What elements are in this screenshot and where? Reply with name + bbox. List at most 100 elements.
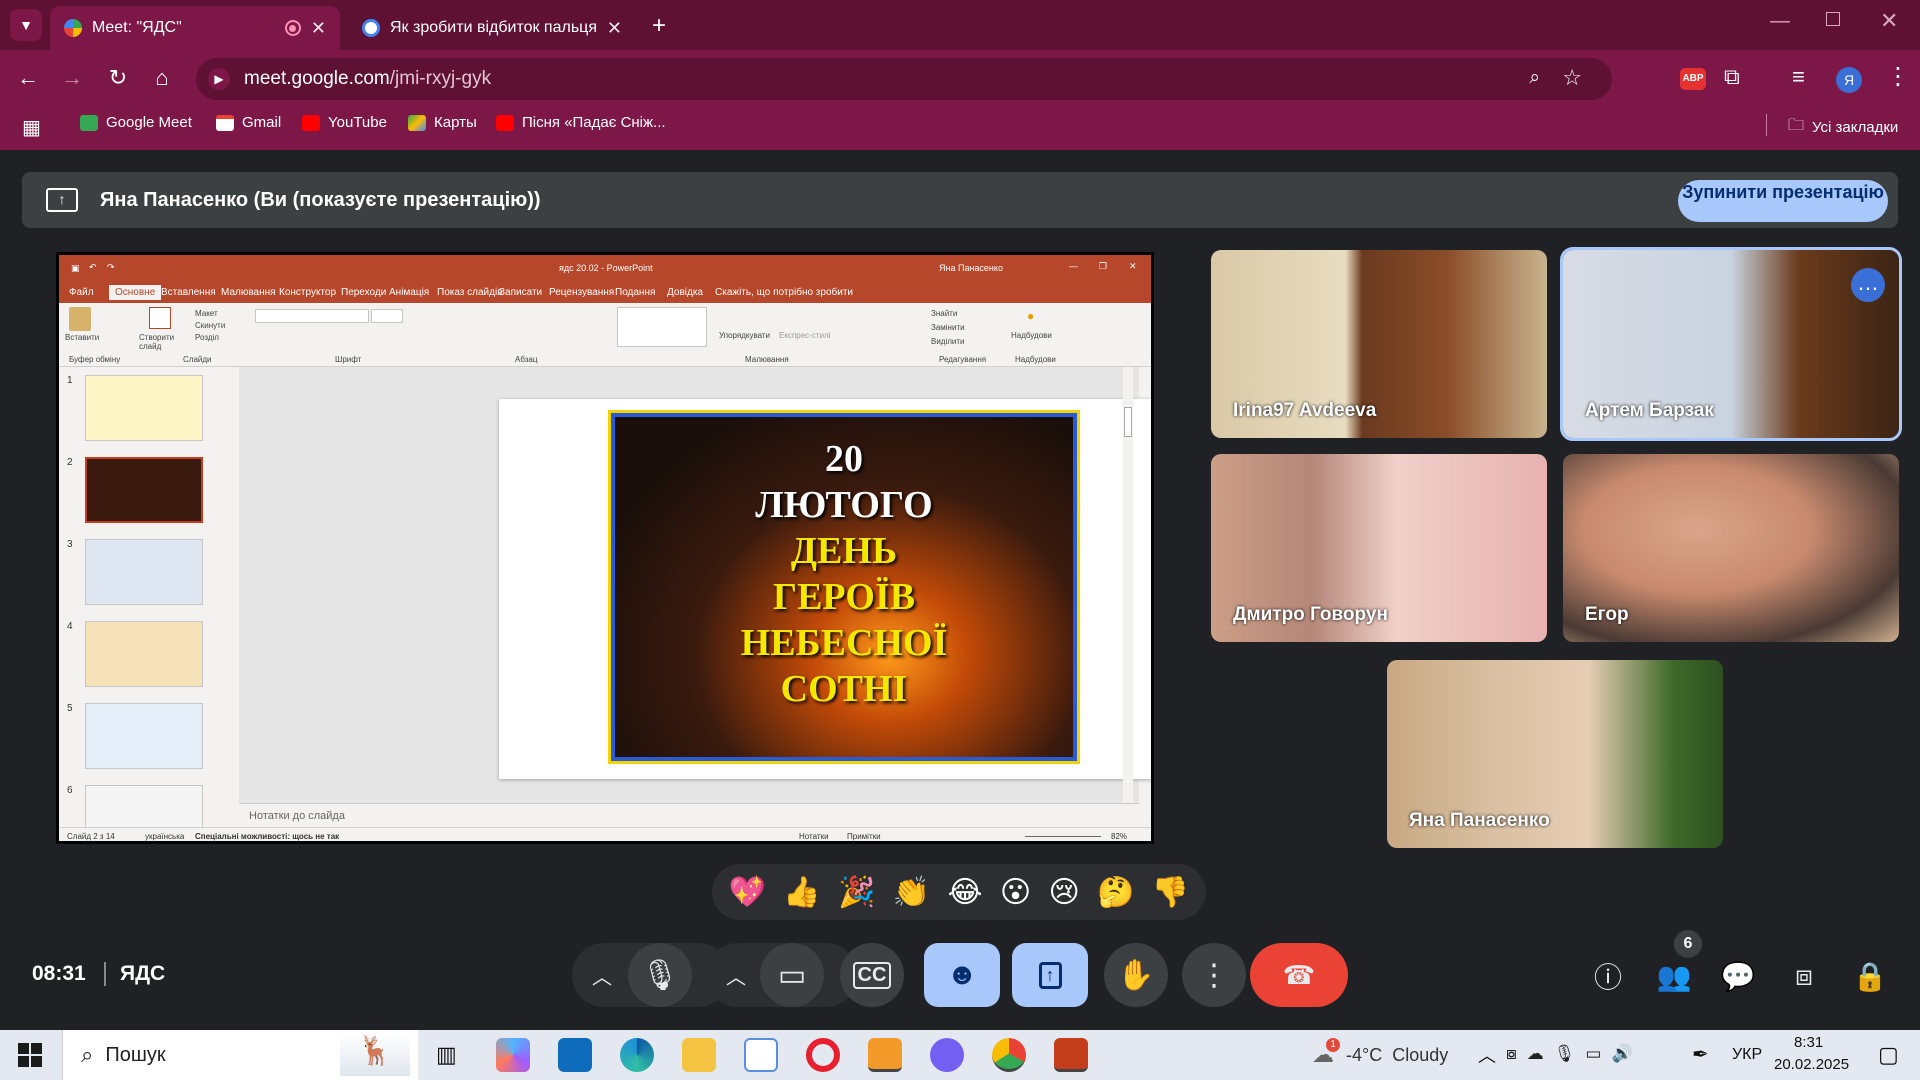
pen-icon[interactable]: ✒	[1692, 1042, 1709, 1067]
restore-button[interactable]	[1826, 12, 1840, 26]
raise-hand-button[interactable]: ✋	[1104, 943, 1168, 1007]
ribbon-button-label[interactable]: Вставити	[65, 333, 99, 342]
participant-tile[interactable]: Дмитро Говорун	[1211, 454, 1547, 642]
addins-icon[interactable]: ●	[1027, 309, 1034, 323]
reaction-thumbs-down[interactable]: 👎	[1152, 875, 1189, 910]
save-icon[interactable]: ▣	[71, 263, 80, 274]
tab-search-button[interactable]: ▼	[10, 9, 42, 41]
ppt-tab[interactable]: Переходи	[341, 287, 386, 298]
apps-grid-icon[interactable]: ▦	[22, 115, 41, 140]
ribbon-button-label[interactable]: Експрес-стилі	[779, 331, 830, 340]
reaction-thinking[interactable]: 🤔	[1097, 875, 1134, 910]
bookmark-gmail[interactable]: Gmail	[216, 114, 281, 131]
ribbon-button-label[interactable]: Знайти	[931, 309, 957, 318]
ppt-tab[interactable]: Показ слайдів	[437, 287, 503, 298]
ppt-tab[interactable]: Вставлення	[161, 287, 216, 298]
current-slide[interactable]: 20 ЛЮТОГО ДЕНЬ ГЕРОЇВ НЕБЕСНОЇ СОТНІ	[499, 399, 1151, 779]
opera-icon[interactable]	[806, 1038, 840, 1072]
minimize-button[interactable]: —	[1770, 10, 1790, 33]
address-bar[interactable]: ▶ meet.google.com/jmi-rxyj-gyk ⌕ ☆	[196, 58, 1612, 100]
tray-date[interactable]: 20.02.2025	[1774, 1056, 1849, 1073]
ppt-tab[interactable]: Файл	[69, 287, 94, 298]
ppt-minimize-icon[interactable]: —	[1069, 261, 1078, 271]
forward-button[interactable]: →	[58, 64, 86, 92]
ribbon-button-label[interactable]: Надбудови	[1011, 331, 1052, 340]
ppt-tab[interactable]: Скажіть, що потрібно зробити	[715, 287, 853, 298]
adblock-extension-icon[interactable]: ABP	[1680, 68, 1706, 90]
more-menu-icon[interactable]: ⋮	[1886, 62, 1910, 91]
outlook-icon[interactable]	[558, 1038, 592, 1072]
slide-thumbnail[interactable]	[85, 457, 203, 523]
tray-chevron-icon[interactable]: ︿	[1478, 1042, 1496, 1068]
bookmark-song[interactable]: Пісня «Падає Сніж...	[496, 114, 666, 131]
language-indicator[interactable]: УКР	[1732, 1046, 1762, 1064]
slides-app-icon[interactable]	[868, 1038, 902, 1072]
profile-avatar[interactable]: Я	[1836, 67, 1862, 93]
back-button[interactable]: ←	[14, 64, 42, 92]
participant-tile[interactable]: Егор	[1563, 454, 1899, 642]
ppt-tab[interactable]: Анімація	[389, 287, 429, 298]
zoom-icon[interactable]: ⌕	[1529, 67, 1540, 89]
weather-text[interactable]: -4°C Cloudy	[1346, 1045, 1448, 1066]
slide-thumbnail[interactable]	[85, 703, 203, 769]
participant-tile[interactable]: Яна Панасенко	[1387, 660, 1723, 848]
ribbon-button-label[interactable]: Упорядкувати	[719, 331, 770, 340]
ppt-tab[interactable]: Довідка	[667, 287, 703, 298]
viber-icon[interactable]	[930, 1038, 964, 1072]
present-button[interactable]: ↑	[1012, 943, 1088, 1007]
ppt-tab[interactable]: Подання	[615, 287, 655, 298]
activities-icon[interactable]: ⧈	[1786, 958, 1822, 994]
participant-tile[interactable]: … Артем Барзак	[1560, 247, 1902, 441]
reaction-laugh[interactable]: 😂	[947, 875, 982, 910]
ribbon-button-label[interactable]: Створити слайд	[139, 333, 183, 351]
ppt-tab[interactable]: Малювання	[221, 287, 276, 298]
media-control-icon[interactable]: ≡	[1792, 64, 1805, 90]
reaction-thumbs-up[interactable]: 👍	[783, 875, 820, 910]
paste-icon[interactable]	[69, 307, 91, 331]
microphone-button[interactable]: 🎙	[628, 943, 692, 1007]
slide-thumbnail[interactable]	[85, 621, 203, 687]
video-options-button[interactable]: ︿	[716, 943, 756, 1007]
notifications-icon[interactable]: ▢	[1878, 1042, 1899, 1068]
ppt-restore-icon[interactable]: ❐	[1099, 261, 1107, 272]
copilot-icon[interactable]	[496, 1038, 530, 1072]
tray-time[interactable]: 8:31	[1794, 1034, 1823, 1051]
ppt-tab[interactable]: Записати	[499, 287, 542, 298]
file-explorer-icon[interactable]	[682, 1038, 716, 1072]
bookmark-maps[interactable]: Карты	[408, 114, 477, 131]
undo-icon[interactable]: ↶	[89, 262, 97, 273]
host-controls-icon[interactable]: 🔒	[1852, 958, 1888, 994]
status-accessibility[interactable]: Спеціальні можливості: щось не так	[195, 832, 339, 841]
edge-icon[interactable]	[620, 1038, 654, 1072]
participant-tile[interactable]: Irina97 Avdeeva	[1211, 250, 1547, 438]
captions-button[interactable]: CC	[840, 943, 904, 1007]
reaction-heart[interactable]: 💖	[729, 875, 766, 910]
all-bookmarks[interactable]: 🗀 Усі закладки	[1788, 114, 1898, 141]
status-comments[interactable]: Примітки	[847, 832, 881, 841]
reactions-button[interactable]: ☻	[924, 943, 1000, 1007]
extensions-icon[interactable]: ⧉	[1724, 64, 1740, 90]
status-notes[interactable]: Нотатки	[799, 832, 829, 841]
close-tab-icon[interactable]: ✕	[607, 18, 622, 39]
ppt-close-icon[interactable]: ✕	[1129, 261, 1137, 272]
ppt-tab[interactable]: Конструктор	[279, 287, 336, 298]
scrollbar-thumb[interactable]	[1124, 407, 1132, 437]
ribbon-button-label[interactable]: Виділити	[931, 337, 965, 346]
participant-options-icon[interactable]: …	[1851, 268, 1885, 302]
home-button[interactable]: ⌂	[148, 64, 176, 92]
vertical-scrollbar[interactable]	[1123, 367, 1133, 803]
task-view-icon[interactable]: ▥	[436, 1042, 457, 1068]
font-name-select[interactable]	[255, 309, 369, 323]
reaction-party[interactable]: 🎉	[838, 875, 875, 910]
slide-thumbnail[interactable]	[85, 375, 203, 441]
zoom-slider[interactable]	[1025, 836, 1101, 837]
stop-presenting-button[interactable]: Зупинити презентацію	[1678, 180, 1888, 222]
bookmark-star-icon[interactable]: ☆	[1562, 65, 1582, 91]
chat-icon[interactable]: 💬	[1720, 958, 1756, 994]
start-button[interactable]	[18, 1043, 42, 1067]
shapes-gallery[interactable]	[617, 307, 707, 347]
reaction-sad[interactable]: 😢	[1049, 875, 1080, 910]
reaction-clap[interactable]: 👏	[893, 875, 930, 910]
taskbar-search[interactable]: ⌕ Пошук 🦌	[62, 1030, 418, 1080]
bookmark-youtube[interactable]: YouTube	[302, 114, 387, 131]
